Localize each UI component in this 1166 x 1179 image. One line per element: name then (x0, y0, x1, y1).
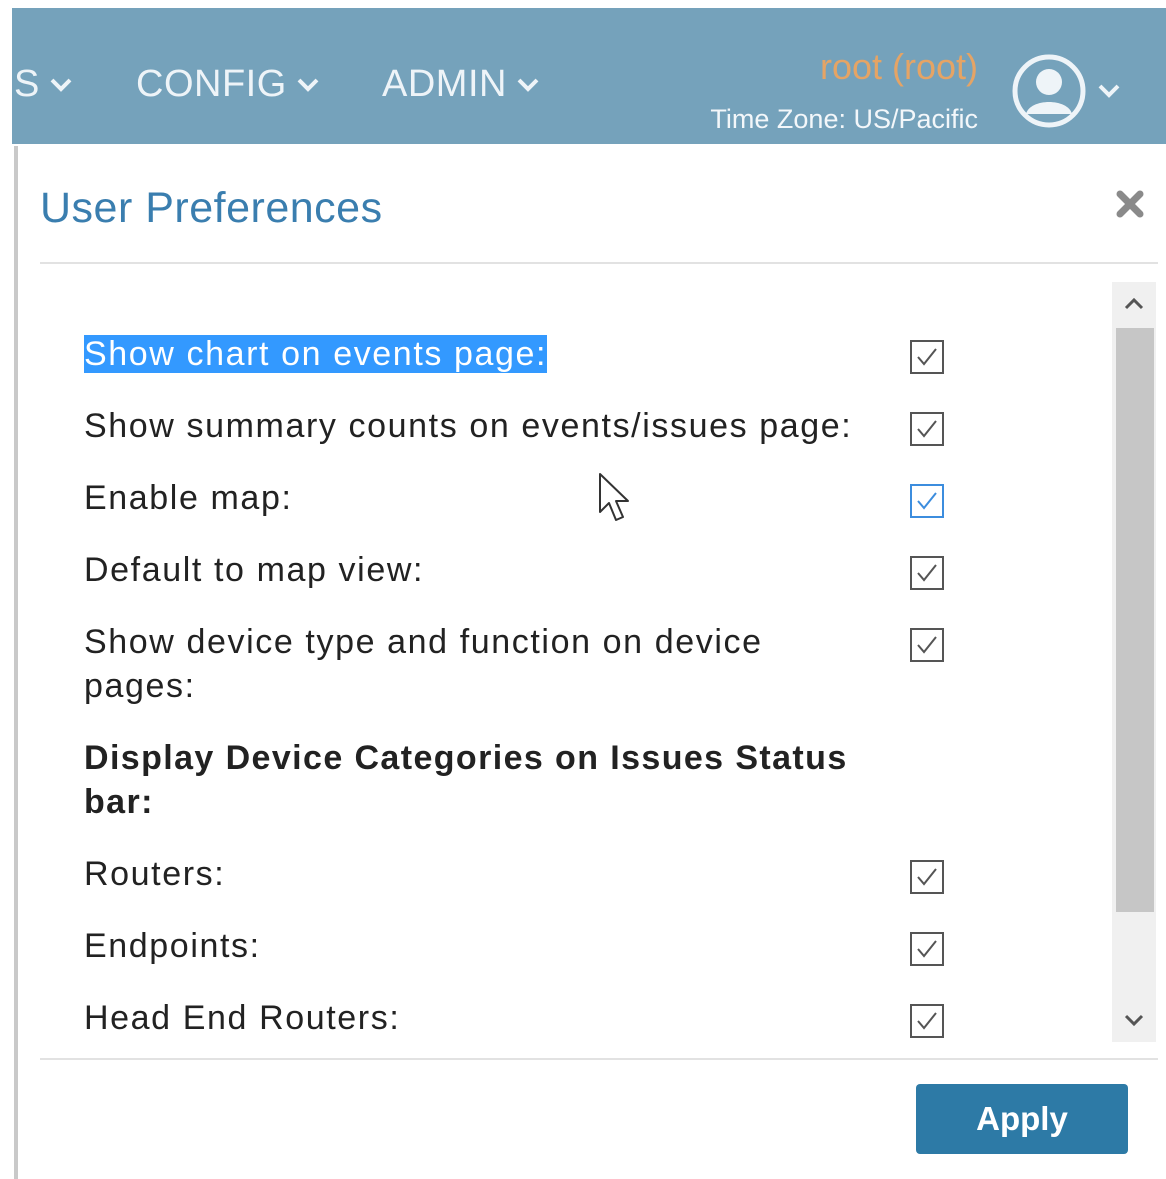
top-edge (0, 0, 1166, 8)
nav-menu-admin-label: ADMIN (382, 62, 507, 105)
checkmark-icon (917, 940, 937, 958)
pref-label-show-chart: Show chart on events page: (84, 332, 548, 376)
chevron-down-icon[interactable] (1094, 78, 1124, 102)
checkmark-icon (917, 1012, 937, 1030)
checkbox-show-chart[interactable] (910, 340, 944, 374)
pref-label-default-map-view: Default to map view: (84, 551, 425, 589)
chevron-down-icon (513, 72, 543, 96)
nav-menu-s-label: S (14, 62, 40, 105)
dialog-title: User Preferences (40, 184, 383, 232)
time-zone-label: Time Zone: US/Pacific (710, 104, 978, 134)
pref-label-summary-counts: Show summary counts on events/issues pag… (84, 407, 853, 445)
checkbox-head-end-routers[interactable] (910, 1004, 944, 1038)
checkbox-summary-counts[interactable] (910, 412, 944, 446)
checkmark-icon (917, 636, 937, 654)
checkbox-routers[interactable] (910, 860, 944, 894)
checkbox-device-type[interactable] (910, 628, 944, 662)
vertical-scrollbar[interactable] (1112, 282, 1156, 1042)
user-avatar-icon[interactable] (1012, 54, 1086, 128)
header-divider (40, 262, 1158, 264)
user-preferences-dialog: User Preferences Show chart on events pa… (14, 146, 1166, 1179)
pref-label-routers: Routers: (84, 855, 226, 893)
checkbox-endpoints[interactable] (910, 932, 944, 966)
checkmark-icon (917, 348, 937, 366)
nav-menu-s[interactable]: S (14, 60, 76, 108)
section-heading-device-categories: Display Device Categories on Issues Stat… (84, 739, 848, 821)
top-nav-bar: S CONFIG ADMIN root (root) Time Zone: US… (12, 8, 1166, 144)
scroll-up-arrow-icon[interactable] (1112, 282, 1156, 326)
nav-menu-admin[interactable]: ADMIN (382, 60, 543, 108)
footer-divider (40, 1058, 1158, 1060)
checkmark-icon (917, 564, 937, 582)
scrollbar-thumb[interactable] (1116, 328, 1154, 912)
checkmark-icon (917, 420, 937, 438)
checkbox-enable-map[interactable] (910, 484, 944, 518)
nav-menu-config-label: CONFIG (136, 62, 287, 105)
apply-button[interactable]: Apply (916, 1084, 1128, 1154)
pref-label-head-end-routers: Head End Routers: (84, 999, 401, 1037)
selected-text: Show chart on events page: (84, 335, 548, 373)
pref-label-endpoints: Endpoints: (84, 927, 261, 965)
pref-label-enable-map: Enable map: (84, 479, 293, 517)
user-name[interactable]: root (root) (820, 46, 978, 88)
close-icon[interactable] (1112, 186, 1148, 222)
checkmark-icon (917, 492, 937, 510)
chevron-down-icon (293, 72, 323, 96)
chevron-down-icon (46, 72, 76, 96)
checkbox-default-map-view[interactable] (910, 556, 944, 590)
nav-menu-config[interactable]: CONFIG (136, 60, 323, 108)
mouse-pointer-icon (598, 472, 634, 524)
checkmark-icon (917, 868, 937, 886)
pref-label-device-type: Show device type and function on device … (84, 623, 763, 705)
scroll-down-arrow-icon[interactable] (1112, 998, 1156, 1042)
